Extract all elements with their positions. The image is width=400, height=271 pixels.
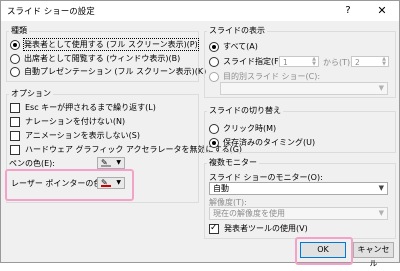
check-no-animation-label: アニメーションを表示しない(S) <box>25 131 140 140</box>
resolution-select[interactable]: 現在の解像度を使用 ▼ <box>209 207 388 220</box>
options-group-label: オプション <box>9 88 53 99</box>
resolution-select-value: 現在の解像度を使用 <box>213 209 285 218</box>
chevron-down-icon: ▼ <box>116 179 121 186</box>
chevron-down-icon: ▼ <box>378 184 384 192</box>
check-presenter-view-box[interactable] <box>209 222 219 234</box>
slide-show-settings-dialog: スライド ショーの設定 ? ✕ 種類 発表者として使用する (フル スクリーン表… <box>0 0 400 268</box>
advance-group-label: スライドの切り替え <box>207 105 283 116</box>
pen-color-row: ペンの色(E): <box>9 158 55 169</box>
monitors-group-label: 複数モニター <box>207 157 259 168</box>
radio-slide-range-indicator[interactable] <box>209 56 219 67</box>
radio-all-slides-label: すべて(A) <box>223 42 258 51</box>
radio-presenter-label: 発表者として使用する (フル スクリーン表示)(P) <box>23 38 199 51</box>
radio-kiosk-label: 自動プレゼンテーション (フル スクリーン表示)(K) <box>24 67 207 76</box>
laser-color-button[interactable]: ✎ ▼ <box>97 177 125 189</box>
to-slide-spinner[interactable]: 2 ▲ ▼ <box>351 56 389 67</box>
check-no-narration[interactable]: ナレーションを付けない(N) <box>10 116 125 127</box>
ok-button[interactable]: OK <box>300 242 346 258</box>
radio-slide-range[interactable]: スライド指定(F): <box>209 56 285 67</box>
dialog-title: スライド ショーの設定 <box>7 7 95 17</box>
radio-audience-window-label: 出席者として閲覧する (ウィンドウ表示)(B) <box>24 54 181 63</box>
chevron-down-icon: ▼ <box>116 159 121 166</box>
radio-custom-show-indicator[interactable] <box>209 71 219 82</box>
show-type-group-label: 種類 <box>9 25 29 36</box>
pen-color-label: ペンの色(E): <box>9 159 55 168</box>
radio-manual-advance-indicator[interactable] <box>209 123 219 134</box>
check-loop[interactable]: Esc キーが押されるまで繰り返す(L) <box>10 102 156 113</box>
radio-kiosk-indicator[interactable] <box>10 66 20 77</box>
custom-show-select[interactable]: ▼ <box>220 82 388 95</box>
radio-all-slides[interactable]: すべて(A) <box>209 41 258 52</box>
check-loop-box[interactable] <box>10 102 20 113</box>
from-slide-spinner[interactable]: 1 ▲ ▼ <box>279 56 319 67</box>
radio-use-timings[interactable]: 保存済みのタイミング(U) <box>209 137 315 148</box>
radio-custom-show-label: 目的別スライド ショー(C): <box>223 72 321 81</box>
check-no-narration-label: ナレーションを付けない(N) <box>25 117 126 126</box>
radio-all-slides-indicator[interactable] <box>209 41 219 52</box>
chevron-down-icon: ▼ <box>378 84 384 92</box>
radio-custom-show[interactable]: 目的別スライド ショー(C): <box>209 71 320 82</box>
radio-use-timings-label: 保存済みのタイミング(U) <box>223 138 316 147</box>
radio-slide-range-label: スライド指定(F): <box>223 57 285 66</box>
monitor-select[interactable]: 自動 ▼ <box>209 182 388 195</box>
radio-manual-advance[interactable]: クリック時(M) <box>209 123 276 134</box>
from-slide-value: 1 <box>283 58 288 67</box>
spinner-arrows-icon[interactable]: ▲ ▼ <box>380 57 388 67</box>
spinner-arrows-icon[interactable]: ▲ ▼ <box>310 57 318 67</box>
check-disable-hw-accel-box[interactable] <box>10 144 20 155</box>
chevron-down-icon: ▼ <box>378 209 384 217</box>
radio-presenter[interactable]: 発表者として使用する (フル スクリーン表示)(P) <box>10 38 199 51</box>
check-no-animation[interactable]: アニメーションを表示しない(S) <box>10 130 140 141</box>
pen-color-button[interactable]: ✎ ▼ <box>97 157 125 169</box>
radio-presenter-indicator[interactable] <box>10 39 20 50</box>
close-button[interactable]: ✕ <box>371 2 393 20</box>
to-slide-value: 2 <box>355 58 360 67</box>
monitor-select-value: 自動 <box>213 184 229 193</box>
radio-use-timings-indicator[interactable] <box>209 137 219 148</box>
cancel-button[interactable]: キャンセル <box>353 242 394 268</box>
radio-manual-advance-label: クリック時(M) <box>223 124 277 133</box>
laser-color-swatch <box>101 185 111 187</box>
to-slide-label: から(T): <box>323 58 353 67</box>
radio-kiosk[interactable]: 自動プレゼンテーション (フル スクリーン表示)(K) <box>10 66 206 77</box>
pen-color-swatch <box>101 165 111 167</box>
check-no-narration-box[interactable] <box>10 116 20 127</box>
check-presenter-view[interactable]: 発表者ツールの使用(V) <box>209 222 308 234</box>
check-loop-label: Esc キーが押されるまで繰り返す(L) <box>25 103 156 112</box>
check-presenter-view-label: 発表者ツールの使用(V) <box>224 224 308 233</box>
check-no-animation-box[interactable] <box>10 130 20 141</box>
help-button[interactable]: ? <box>339 2 357 20</box>
radio-audience-window[interactable]: 出席者として閲覧する (ウィンドウ表示)(B) <box>10 53 180 64</box>
show-slides-group-label: スライドの表示 <box>207 25 267 36</box>
title-bar: スライド ショーの設定 ? ✕ <box>1 1 399 21</box>
radio-audience-window-indicator[interactable] <box>10 53 20 64</box>
